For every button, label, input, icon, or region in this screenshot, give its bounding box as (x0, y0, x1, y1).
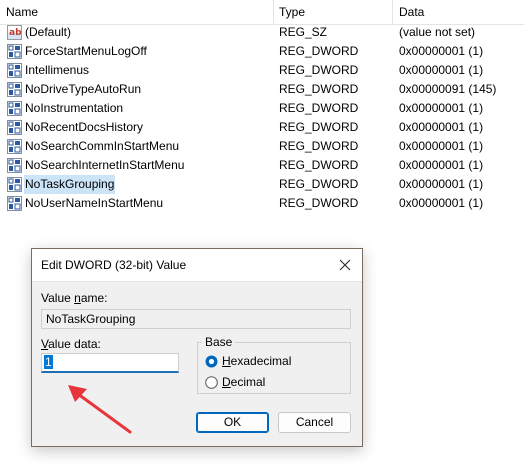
dialog-title: Edit DWORD (32-bit) Value (41, 258, 187, 272)
value-name-field[interactable]: NoTaskGrouping (41, 309, 351, 329)
data-cell: 0x00000001 (1) (399, 158, 484, 172)
close-button[interactable] (328, 249, 362, 281)
dword-value-icon (7, 44, 22, 59)
value-name: (Default) (25, 25, 72, 39)
name-cell[interactable]: NoRecentDocsHistory (5, 118, 270, 137)
data-cell: 0x00000001 (1) (399, 196, 484, 210)
decimal-radio[interactable] (205, 376, 218, 389)
type-cell: REG_DWORD (279, 139, 359, 153)
dword-value-icon (7, 196, 22, 211)
name-cell[interactable]: NoSearchCommInStartMenu (5, 137, 270, 156)
value-name: NoUserNameInStartMenu (25, 196, 164, 210)
column-divider[interactable] (392, 0, 393, 24)
dword-value-icon (7, 177, 22, 192)
value-name: ForceStartMenuLogOff (25, 44, 147, 58)
table-row[interactable]: NoUserNameInStartMenu REG_DWORD 0x00000001… (0, 194, 524, 213)
ok-button[interactable]: OK (196, 412, 269, 433)
value-name: NoDriveTypeAutoRun (25, 82, 142, 96)
value-name: NoRecentDocsHistory (25, 120, 144, 134)
type-cell: REG_DWORD (279, 44, 359, 58)
table-row[interactable]: NoSearchInternetInStartMenu REG_DWORD 0x00… (0, 156, 524, 175)
name-cell[interactable]: ab (Default) (5, 23, 270, 42)
table-row[interactable]: Intellimenus REG_DWORD 0x00000001 (1) (0, 61, 524, 80)
data-cell: (value not set) (399, 25, 476, 39)
name-cell[interactable]: ForceStartMenuLogOff (5, 42, 270, 61)
name-cell[interactable]: NoSearchInternetInStartMenu (5, 156, 270, 175)
table-row[interactable]: ForceStartMenuLogOff REG_DWORD 0x00000001 … (0, 42, 524, 61)
type-cell: REG_DWORD (279, 177, 359, 191)
type-cell: REG_DWORD (279, 63, 359, 77)
value-name: Intellimenus (25, 63, 90, 77)
type-cell: REG_DWORD (279, 101, 359, 115)
dword-value-icon (7, 82, 22, 97)
data-cell: 0x00000001 (1) (399, 101, 484, 115)
type-cell: REG_DWORD (279, 120, 359, 134)
value-name-label: Value name: (41, 291, 108, 305)
dword-value-icon (7, 158, 22, 173)
value-data-label: Value data: (41, 337, 101, 351)
dword-value-icon (7, 120, 22, 135)
dword-value-icon (7, 63, 22, 78)
value-name: NoTaskGrouping (24, 175, 116, 194)
data-cell: 0x00000001 (1) (399, 139, 484, 153)
column-divider[interactable] (273, 0, 274, 24)
column-header-data[interactable]: Data (399, 0, 424, 24)
table-row[interactable]: NoRecentDocsHistory REG_DWORD 0x00000001 (… (0, 118, 524, 137)
hexadecimal-radio[interactable] (205, 355, 218, 368)
type-cell: REG_DWORD (279, 196, 359, 210)
hexadecimal-label[interactable]: Hexadecimal (222, 354, 291, 368)
table-row[interactable]: NoTaskGrouping REG_DWORD 0x00000001 (1) (0, 175, 524, 194)
column-header-type[interactable]: Type (279, 0, 305, 24)
data-cell: 0x00000001 (1) (399, 63, 484, 77)
value-data-text: 1 (44, 355, 53, 369)
svg-text:ab: ab (9, 28, 22, 38)
red-arrow-annotation (68, 385, 132, 434)
list-header: Name Type Data (0, 0, 524, 25)
base-group-title: Base (202, 335, 236, 349)
value-name: NoSearchCommInStartMenu (25, 139, 180, 153)
close-icon (339, 259, 351, 271)
data-cell: 0x00000001 (1) (399, 177, 484, 191)
value-name: NoInstrumentation (25, 101, 124, 115)
name-cell[interactable]: NoTaskGrouping (5, 175, 270, 194)
cancel-button[interactable]: Cancel (278, 412, 351, 433)
name-cell[interactable]: Intellimenus (5, 61, 270, 80)
table-row[interactable]: NoSearchCommInStartMenu REG_DWORD 0x000000… (0, 137, 524, 156)
data-cell: 0x00000001 (1) (399, 120, 484, 134)
base-groupbox (197, 342, 351, 394)
decimal-label[interactable]: Decimal (222, 375, 265, 389)
name-cell[interactable]: NoInstrumentation (5, 99, 270, 118)
column-header-name[interactable]: Name (6, 0, 38, 24)
value-data-input[interactable]: 1 (41, 353, 179, 373)
value-name: NoSearchInternetInStartMenu (25, 158, 185, 172)
data-cell: 0x00000091 (145) (399, 82, 497, 96)
type-cell: REG_DWORD (279, 82, 359, 96)
data-cell: 0x00000001 (1) (399, 44, 484, 58)
table-row[interactable]: NoDriveTypeAutoRun REG_DWORD 0x00000091 (1… (0, 80, 524, 99)
name-cell[interactable]: NoUserNameInStartMenu (5, 194, 270, 213)
dialog-titlebar[interactable]: Edit DWORD (32-bit) Value (32, 249, 362, 282)
dword-value-icon (7, 101, 22, 116)
type-cell: REG_DWORD (279, 158, 359, 172)
type-cell: REG_SZ (279, 25, 328, 39)
table-row[interactable]: ab (Default) REG_SZ (value not set) (0, 23, 524, 42)
name-cell[interactable]: NoDriveTypeAutoRun (5, 80, 270, 99)
dword-value-icon (7, 139, 22, 154)
table-row[interactable]: NoInstrumentation REG_DWORD 0x00000001 (1) (0, 99, 524, 118)
string-value-icon: ab (7, 25, 22, 40)
